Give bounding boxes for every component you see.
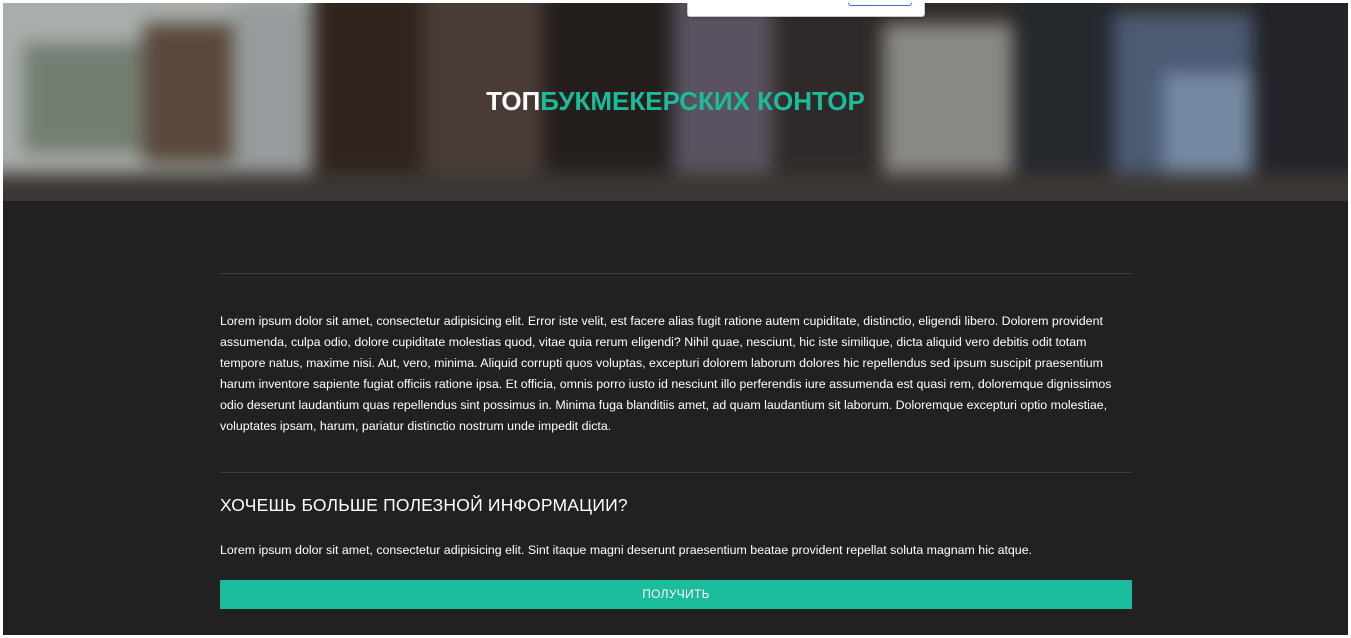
divider-top: [220, 273, 1132, 274]
hero-banner: ТОПБУКМЕКЕРСКИХ КОНТОР: [3, 3, 1348, 201]
hero-title-rest: БУКМЕКЕРСКИХ КОНТОР: [540, 86, 865, 116]
divider-middle: [220, 472, 1132, 473]
intro-paragraph: Lorem ipsum dolor sit amet, consectetur …: [220, 314, 1112, 433]
hero-title-highlight: ТОП: [486, 86, 541, 116]
cta-description: Lorem ipsum dolor sit amet, consectetur …: [220, 543, 1033, 557]
popup-button[interactable]: [848, 3, 912, 6]
top-popup: [687, 3, 925, 17]
get-button[interactable]: ПОЛУЧИТЬ: [220, 580, 1132, 609]
hero-title: ТОПБУКМЕКЕРСКИХ КОНТОР: [3, 85, 1348, 117]
cta-heading: ХОЧЕШЬ БОЛЬШЕ ПОЛЕЗНОЙ ИНФОРМАЦИИ?: [220, 495, 628, 515]
page: ТОПБУКМЕКЕРСКИХ КОНТОР Lorem ipsum dolor…: [3, 3, 1348, 635]
